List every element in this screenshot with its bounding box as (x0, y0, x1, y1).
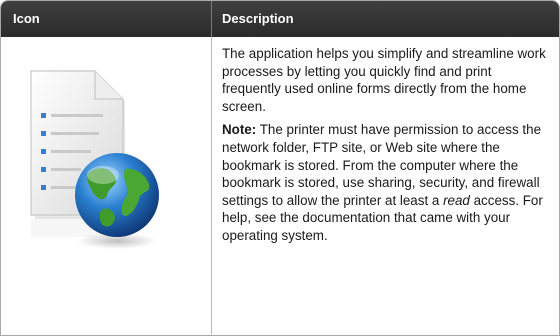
table-header-row: Icon Description (1, 1, 559, 37)
icon-cell (1, 37, 212, 335)
web-bookmark-document-globe-icon (29, 69, 179, 269)
table-row: The application helps you simplify and s… (1, 37, 559, 335)
note-paragraph: Note: The printer must have permission t… (222, 121, 553, 244)
note-emphasis: read (443, 192, 470, 208)
note-label: Note: (222, 122, 257, 138)
description-cell: The application helps you simplify and s… (212, 37, 559, 335)
info-table: Icon Description The application helps y… (0, 0, 560, 336)
description-text: The application helps you simplify and s… (222, 46, 546, 114)
icon-column-header: Icon (1, 1, 212, 37)
description-column-header: Description (222, 11, 294, 26)
